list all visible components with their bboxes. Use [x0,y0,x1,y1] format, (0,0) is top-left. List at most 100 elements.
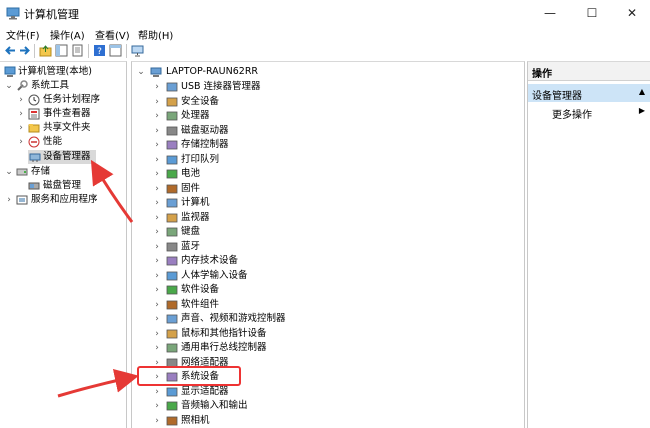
monitor-icon[interactable] [131,44,144,57]
device-category-label: 显示适配器 [181,385,229,397]
device-category-item[interactable]: › 计算机 [136,196,516,210]
tree-item-performance[interactable]: › 性能 [2,135,124,149]
tree-item-storage[interactable]: ⌄ 存储 [2,165,124,179]
submenu-arrow-icon[interactable]: ▶ [639,106,645,115]
tree-item-system-tools[interactable]: ⌄ 系统工具 [2,79,124,93]
forward-arrow-icon[interactable] [18,44,31,57]
chevron-right-icon[interactable]: › [152,225,162,239]
chevron-right-icon[interactable]: › [16,107,26,121]
device-category-item[interactable]: › 磁盘驱动器 [136,124,516,138]
device-category-label: 通用串行总线控制器 [181,342,267,353]
device-category-item[interactable]: › 声音、视频和游戏控制器 [136,312,516,326]
menu-action[interactable]: 操作(A) [50,27,85,42]
chevron-right-icon[interactable]: › [152,240,162,254]
device-category-item[interactable]: › 安全设备 [136,95,516,109]
device-category-item[interactable]: › 音频输入和输出 [136,399,516,413]
tree-item-task-scheduler[interactable]: › 任务计划程序 [2,93,124,107]
chevron-right-icon[interactable]: › [152,269,162,283]
device-category-item[interactable]: › 固件 [136,182,516,196]
device-category-item[interactable]: › 人体学输入设备 [136,269,516,283]
device-category-icon [166,329,178,338]
chevron-right-icon[interactable]: › [152,80,162,94]
device-category-item[interactable]: › 蓝牙 [136,240,516,254]
tree-item-event-viewer[interactable]: › 事件查看器 [2,107,124,121]
chevron-right-icon[interactable]: › [152,138,162,152]
device-category-item[interactable]: › 软件组件 [136,298,516,312]
device-category-label: 鼠标和其他指针设备 [181,327,267,339]
tools-icon [17,80,28,91]
chevron-right-icon[interactable]: › [152,283,162,297]
chevron-right-icon[interactable]: › [152,254,162,268]
device-category-item[interactable]: › 鼠标和其他指针设备 [136,327,516,341]
menu-help[interactable]: 帮助(H) [138,27,173,42]
chevron-down-icon[interactable]: ⌄ [4,79,14,93]
chevron-right-icon[interactable]: › [16,93,26,107]
chevron-right-icon[interactable]: › [152,298,162,312]
device-category-item[interactable]: › 打印队列 [136,153,516,167]
tree-item-label: 磁盘管理 [43,180,82,191]
menu-view[interactable]: 查看(V) [95,27,130,42]
tree-item-device-manager[interactable]: 设备管理器 [28,150,96,164]
chevron-right-icon[interactable]: › [16,135,26,149]
device-category-label: 安全设备 [181,95,220,107]
view-list-icon[interactable] [109,44,122,57]
chevron-right-icon[interactable]: › [152,167,162,181]
device-category-item[interactable]: › 软件设备 [136,283,516,297]
show-hide-tree-icon[interactable] [55,44,68,57]
device-category-item[interactable]: › 存储控制器 [136,138,516,152]
chevron-right-icon[interactable]: › [152,399,162,413]
device-category-icon [166,82,178,92]
chevron-right-icon[interactable]: › [152,109,162,123]
device-category-item[interactable]: › 键盘 [136,225,516,239]
chevron-right-icon[interactable]: › [152,341,162,355]
collapse-up-icon[interactable]: ▲ [639,87,645,96]
chevron-right-icon[interactable]: › [152,196,162,210]
chevron-right-icon[interactable]: › [152,182,162,196]
help-icon[interactable]: ? [93,44,106,57]
minimize-button[interactable]: — [530,2,570,24]
device-category-item[interactable]: › 电池 [136,167,516,181]
chevron-right-icon[interactable]: › [152,124,162,138]
chevron-right-icon[interactable]: › [152,153,162,167]
device-category-label: 软件设备 [181,284,220,295]
tree-item-shared-folders[interactable]: › 共享文件夹 [2,121,124,135]
chevron-right-icon[interactable]: › [4,193,14,207]
more-actions-item[interactable]: 更多操作 ▶ [528,104,650,121]
chevron-right-icon[interactable]: › [16,121,26,135]
chevron-right-icon[interactable]: › [152,211,162,225]
chevron-down-icon[interactable]: ⌄ [4,165,14,179]
device-category-item[interactable]: › 处理器 [136,109,516,123]
device-tree-root[interactable]: ⌄ LAPTOP-RAUN62RR [136,65,516,79]
chevron-down-icon[interactable]: ⌄ [136,65,146,79]
maximize-button[interactable]: ☐ [572,2,612,24]
tree-item-services-apps[interactable]: › 服务和应用程序 [2,193,124,207]
up-folder-icon[interactable] [39,44,52,57]
device-category-icon [166,343,178,353]
shared-folder-icon [28,124,40,133]
device-category-icon [166,213,178,222]
device-category-label: 存储控制器 [181,139,229,150]
menu-bar: 文件(F) 操作(A) 查看(V) 帮助(H) [0,26,650,42]
tree-root[interactable]: 计算机管理(本地) [2,65,124,79]
chevron-right-icon[interactable]: › [152,312,162,326]
device-category-item[interactable]: › 显示适配器 [136,385,516,399]
device-category-item[interactable]: › 监视器 [136,211,516,225]
chevron-right-icon[interactable]: › [152,414,162,428]
chevron-right-icon[interactable]: › [152,95,162,109]
menu-file[interactable]: 文件(F) [6,27,40,42]
back-arrow-icon[interactable] [4,44,17,57]
device-category-item[interactable]: › USB 连接器管理器 [136,80,516,94]
device-category-icon [166,126,178,135]
device-category-item[interactable]: › 照相机 [136,414,516,428]
properties-icon[interactable] [71,44,84,57]
device-category-icon [166,184,178,193]
device-category-icon [166,111,178,121]
device-category-item[interactable]: › 通用串行总线控制器 [136,341,516,355]
actions-group-device-manager[interactable]: 设备管理器 ▲ [528,84,650,102]
tree-item-label: 任务计划程序 [43,94,101,105]
close-button[interactable]: ✕ [612,2,650,24]
chevron-right-icon[interactable]: › [152,327,162,341]
device-category-item[interactable]: › 内存技术设备 [136,254,516,268]
tree-item-disk-management[interactable]: 磁盘管理 [2,179,124,193]
chevron-right-icon[interactable]: › [152,385,162,399]
